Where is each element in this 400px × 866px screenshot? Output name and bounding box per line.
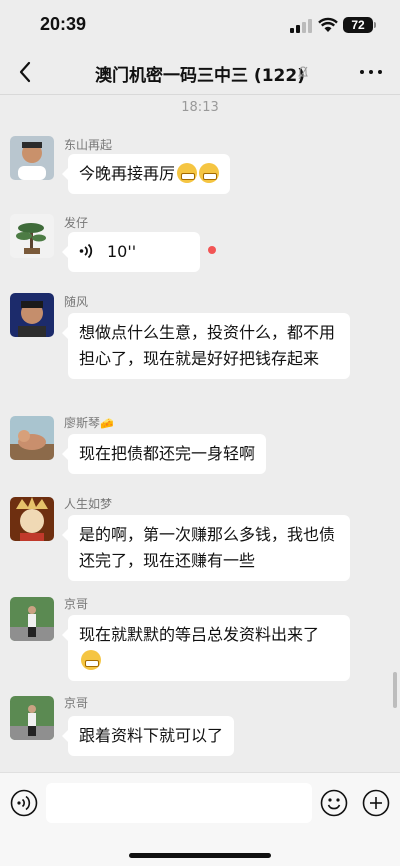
sender-name: 人生如梦 [64,497,113,511]
avatar[interactable] [10,136,54,180]
voice-toggle-icon[interactable] [10,789,38,817]
sender-badge: 🧀 [100,417,114,430]
mute-icon [298,66,308,80]
voice-duration: 10'' [107,242,137,261]
message-text: 是的啊，第一次赚那么多钱，我也债还完了，现在还赚有一些 [79,525,336,570]
message-text: 想做点什么生意，投资什么，都不用担心了，现在就是好好把钱存起来 [79,323,336,368]
input-bar [0,772,400,866]
message-text: 现在把债都还完一身轻啊 [79,444,256,463]
avatar[interactable] [10,416,54,460]
emoji-icon[interactable] [320,789,348,817]
message-timestamp: 18:13 [181,100,219,115]
status-time: 20:39 [40,14,87,34]
grimacing-emoji-icon [177,163,198,183]
sender-name: 京哥 [64,597,89,611]
avatar[interactable] [10,696,54,740]
wifi-icon [318,17,338,32]
sender-name: 京哥 [64,696,89,710]
header-divider [0,94,400,95]
voice-message-bubble[interactable]: 10'' [62,232,200,272]
chat-title: 澳门机密一码三中三 (122) [95,66,305,86]
plus-icon[interactable] [362,789,390,817]
hugging-emoji-icon [81,650,101,670]
unread-dot [208,246,216,254]
message-bubble[interactable]: 今晚再接再厉 [61,154,231,194]
message-text: 现在就默默的等吕总发资料出来了 [79,625,320,644]
avatar[interactable] [10,293,54,337]
sender-name: 东山再起 [64,138,113,152]
grimacing-emoji-icon [199,163,220,183]
avatar[interactable] [10,597,54,641]
message-bubble[interactable]: 现在就默默的等吕总发资料出来了 [62,615,350,681]
message-bubble[interactable]: 想做点什么生意，投资什么，都不用担心了，现在就是好好把钱存起来 [62,313,350,379]
message-bubble[interactable]: 现在把债都还完一身轻啊 [61,434,267,474]
avatar[interactable] [10,497,54,541]
sender-name: 廖斯琴🧀 [64,416,114,430]
avatar[interactable] [10,214,54,258]
voice-wave-icon [79,243,93,259]
message-input[interactable] [46,783,312,823]
status-bar: 20:39 72 [0,0,400,50]
sender-name: 随风 [64,295,89,309]
message-bubble[interactable]: 是的啊，第一次赚那么多钱，我也债还完了，现在还赚有一些 [62,515,350,581]
message-bubble[interactable]: 跟着资料下就可以了 [61,716,235,756]
message-text: 跟着资料下就可以了 [79,726,224,745]
sender-name: 发仔 [64,216,89,230]
scrollbar-thumb[interactable] [393,672,397,708]
more-icon[interactable] [358,60,384,84]
chat-header: 澳门机密一码三中三 (122) [0,50,400,94]
cellular-signal-icon [290,19,312,33]
message-text: 今晚再接再厉 [79,164,176,183]
home-indicator [129,853,271,858]
battery-indicator: 72 [343,17,376,33]
